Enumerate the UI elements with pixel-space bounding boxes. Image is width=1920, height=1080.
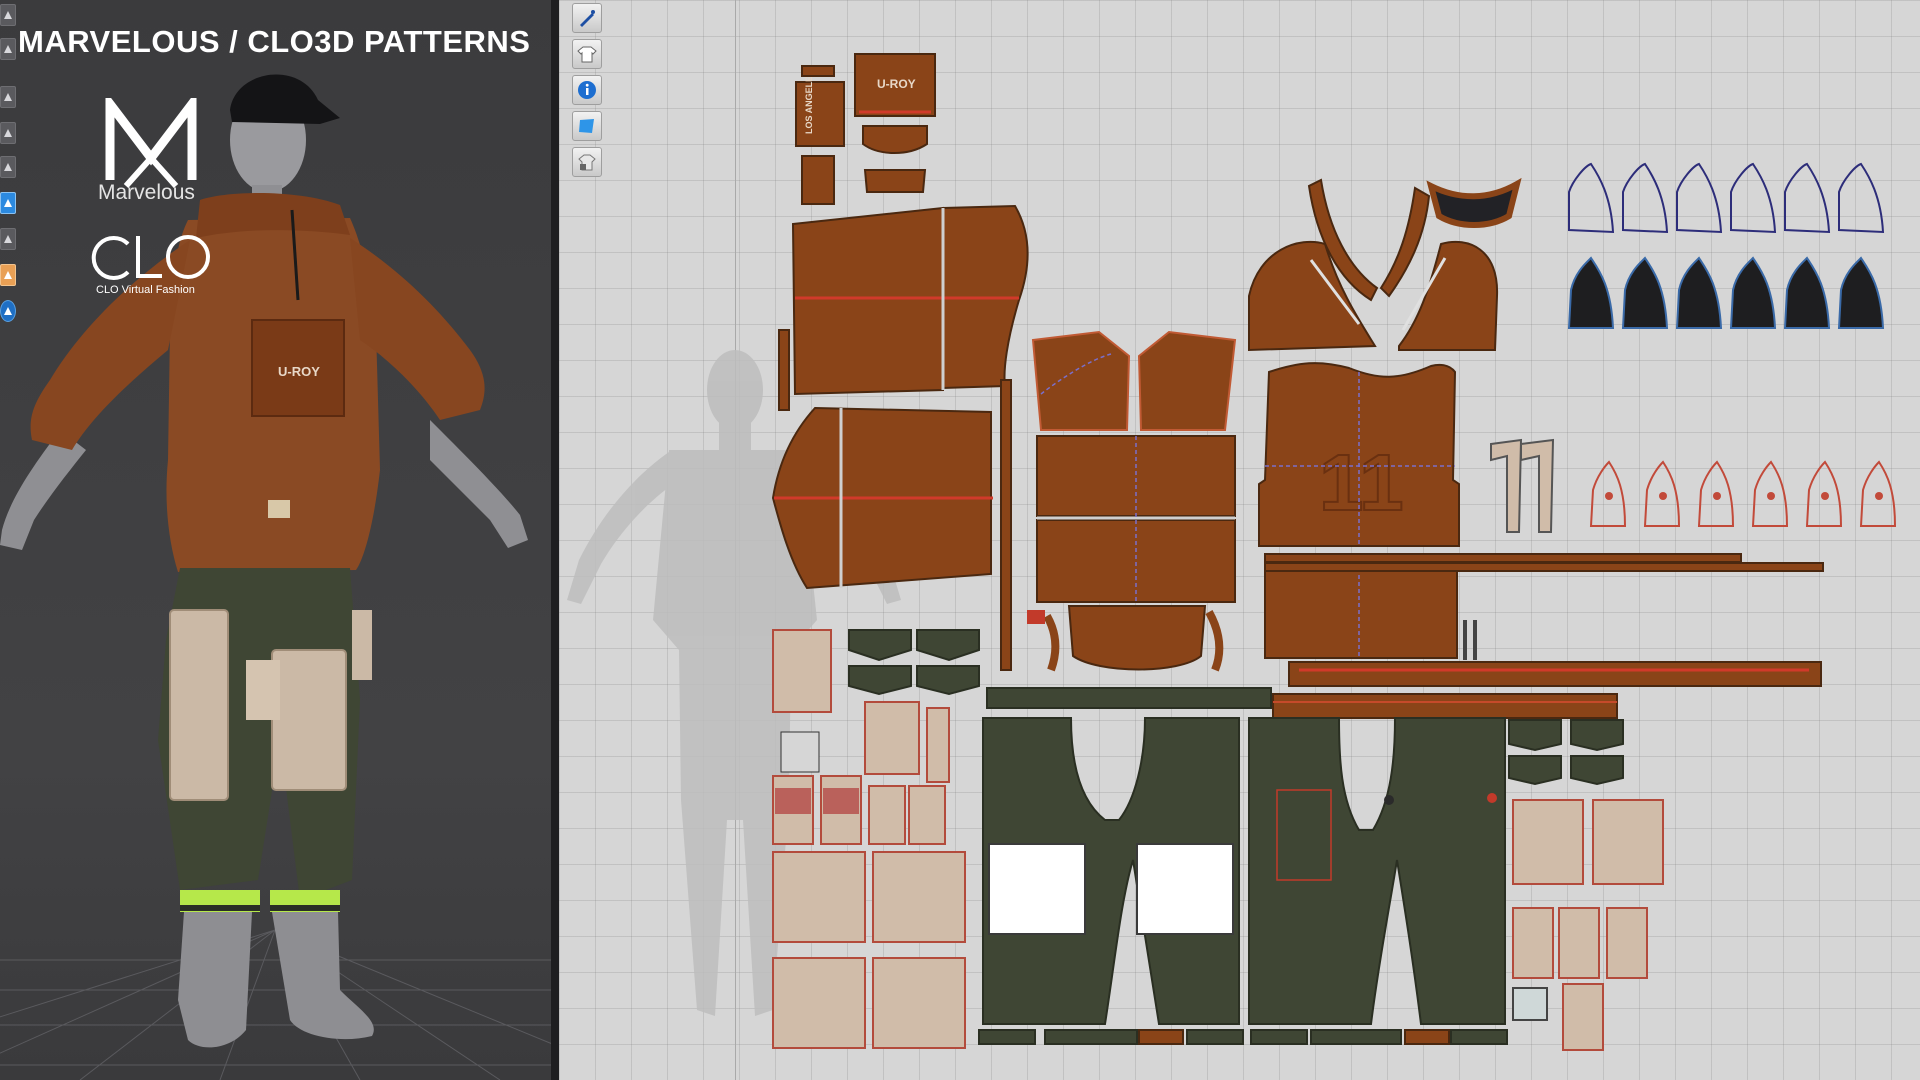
avatar-3d[interactable]: U-ROY xyxy=(0,0,551,1080)
pants-front-left xyxy=(982,717,1240,1025)
marvelous-brand-name: Marvelous xyxy=(98,181,195,204)
3d-viewport[interactable]: U-ROY MARVELOUS / CLO3D PATTERNS Marvelo… xyxy=(0,0,551,1080)
chest-logo-print: U-ROY xyxy=(278,364,320,379)
print-patches xyxy=(775,731,859,814)
pattern-pieces[interactable]: .j{fill:#8a4418;stroke:#4a2810;stroke-wi… xyxy=(559,0,1920,1080)
sleeve-upper-back xyxy=(778,204,1029,411)
hood-liner-outlines xyxy=(1568,162,1885,234)
yoke-right xyxy=(1137,330,1237,431)
yoke-left xyxy=(1031,330,1131,431)
back-number-print: 11 xyxy=(1319,438,1404,527)
hem-strips xyxy=(978,1029,1508,1045)
pants-back-right xyxy=(1248,717,1506,1025)
sleeve-logo-print: LOS ANGELES xyxy=(804,70,814,134)
cuff-piece: LOS ANGELES xyxy=(795,65,845,205)
panel-divider[interactable] xyxy=(551,0,559,1080)
clo-logo-icon xyxy=(91,235,210,280)
hood-dark-pieces xyxy=(1567,256,1885,329)
2d-pattern-window[interactable]: .j{fill:#8a4418;stroke:#4a2810;stroke-wi… xyxy=(559,0,1920,1080)
chest-pocket-piece: U-ROY xyxy=(854,53,936,193)
sleeve-lower-front xyxy=(771,379,1012,671)
number-eleven-pieces xyxy=(1490,438,1555,533)
red-outline-pieces xyxy=(1589,460,1897,527)
hood-collar xyxy=(1248,177,1522,352)
pocket-logo-print: U-ROY xyxy=(877,77,916,91)
clo-caption: CLO Virtual Fashion xyxy=(96,284,195,296)
front-body xyxy=(1027,435,1236,672)
banner-title: MARVELOUS / CLO3D PATTERNS xyxy=(18,24,531,59)
back-body: 11 xyxy=(1258,362,1477,660)
